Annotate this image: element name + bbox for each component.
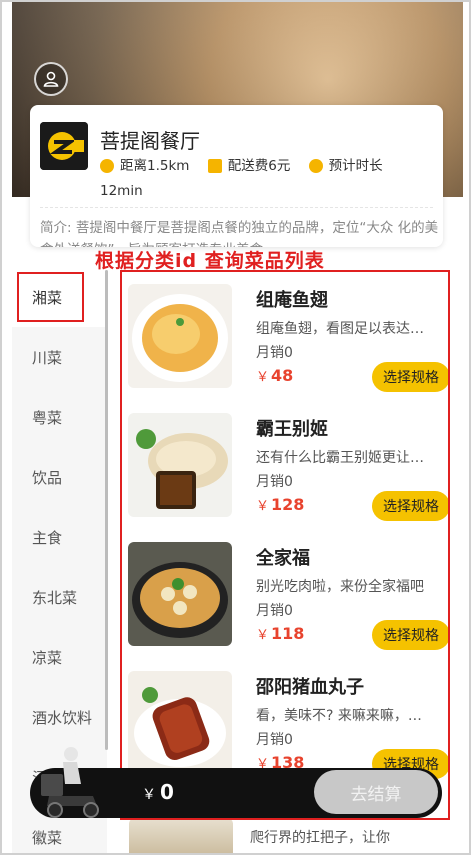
dish-sales: 月销0: [256, 474, 293, 490]
category-scrollbar[interactable]: [105, 270, 108, 750]
shop-logo: [40, 122, 88, 170]
dish-name: 全家福: [256, 548, 310, 569]
select-spec-button[interactable]: 选择规格: [372, 620, 448, 650]
dish-item[interactable]: 组庵鱼翅 组庵鱼翅，看图足以表达一切 月销0 ￥ 48 选择规格: [128, 278, 448, 398]
dish-sales: 月销0: [256, 345, 293, 361]
dish-description: 看，美味不? 来嘛来嘛，这才是最爱吖!: [256, 708, 428, 724]
delivery-fee-text: 配送费6元: [227, 158, 291, 174]
dish-image: [128, 284, 232, 388]
category-item[interactable]: 凉菜: [12, 627, 107, 687]
app-frame: 菩提阁餐厅 距离1.5km 配送费6元 预计时长 12min 简介: 菩提阁中餐…: [0, 0, 471, 855]
category-item[interactable]: 粤菜: [12, 387, 107, 447]
dish-name: 霸王别姬: [256, 419, 328, 440]
shop-name: 菩提阁餐厅: [100, 129, 200, 153]
category-item[interactable]: 主食: [12, 507, 107, 567]
category-item[interactable]: 川菜: [12, 327, 107, 387]
dish-image: [128, 671, 232, 775]
user-icon: [43, 71, 59, 87]
navigation-icon: [308, 159, 323, 173]
delivery-bag-icon: [207, 159, 222, 173]
dish-name: 组庵鱼翅: [256, 290, 328, 311]
dish-item[interactable]: 邵阳猪血丸子 看，美味不? 来嘛来嘛，这才是最爱吖! 月销0 ￥138 选择规格: [128, 665, 448, 785]
select-spec-button[interactable]: 选择规格: [372, 362, 448, 392]
card-divider: [40, 207, 433, 208]
eta-value: 12min: [100, 183, 143, 199]
eta-label: 预计时长: [328, 158, 383, 174]
select-spec-button[interactable]: 选择规格: [372, 491, 448, 521]
annotation-title: 根据分类id 查询菜品列表: [95, 250, 325, 272]
dish-image: [128, 542, 232, 646]
dish-item[interactable]: 全家福 别光吃肉啦，来份全家福吧 月销0 ￥ 118 选择规格: [128, 536, 448, 656]
dish-description: 还有什么比霸王别姬更让人心潮澎湃: [256, 450, 428, 466]
user-profile-button[interactable]: [34, 62, 68, 96]
dish-sales: 月销0: [256, 603, 293, 619]
dish-name: 邵阳猪血丸子: [256, 677, 364, 698]
dish-image-partial: [129, 818, 233, 853]
checkout-button[interactable]: 去结算: [314, 770, 438, 814]
shop-intro: 简介: 菩提阁中餐厅是菩提阁点餐的独立的品牌，定位“大众 化的美食外送餐饮”，旨…: [40, 220, 439, 247]
category-item[interactable]: 东北菜: [12, 567, 107, 627]
dish-description-partial: 爬行界的扛把子，让你: [250, 830, 390, 846]
cart-total: ￥ 0: [142, 780, 174, 804]
dish-list: 组庵鱼翅 组庵鱼翅，看图足以表达一切 月销0 ￥ 48 选择规格 霸王别姬 还有什…: [120, 270, 450, 820]
shop-meta: 距离1.5km 配送费6元 预计时长 12min: [100, 155, 435, 202]
dish-image: [128, 413, 232, 517]
eta-info: 预计时长: [308, 155, 383, 177]
dish-price: ￥ 48: [256, 366, 294, 385]
dish-item[interactable]: 霸王别姬 还有什么比霸王别姬更让人心潮澎湃 月销0 ￥128 选择规格: [128, 407, 448, 527]
delivery-fee-info: 配送费6元: [207, 155, 291, 177]
category-item[interactable]: 酒水饮料: [12, 687, 107, 747]
dish-description: 组庵鱼翅，看图足以表达一切: [256, 321, 428, 337]
shop-info-card: 菩提阁餐厅 距离1.5km 配送费6元 预计时长 12min 简介: 菩提阁中餐…: [30, 105, 443, 247]
distance-text: 距离1.5km: [120, 158, 190, 174]
annotation-highlight-category: [17, 272, 84, 322]
clock-icon: [100, 159, 114, 173]
category-item[interactable]: 饮品: [12, 447, 107, 507]
dish-sales: 月销0: [256, 732, 293, 748]
distance-info: 距离1.5km: [100, 155, 189, 177]
dish-description: 别光吃肉啦，来份全家福吧: [256, 579, 424, 595]
dish-price: ￥ 118: [256, 624, 305, 643]
dish-price: ￥ 128: [256, 495, 305, 514]
delivery-rider-icon[interactable]: [37, 744, 111, 820]
